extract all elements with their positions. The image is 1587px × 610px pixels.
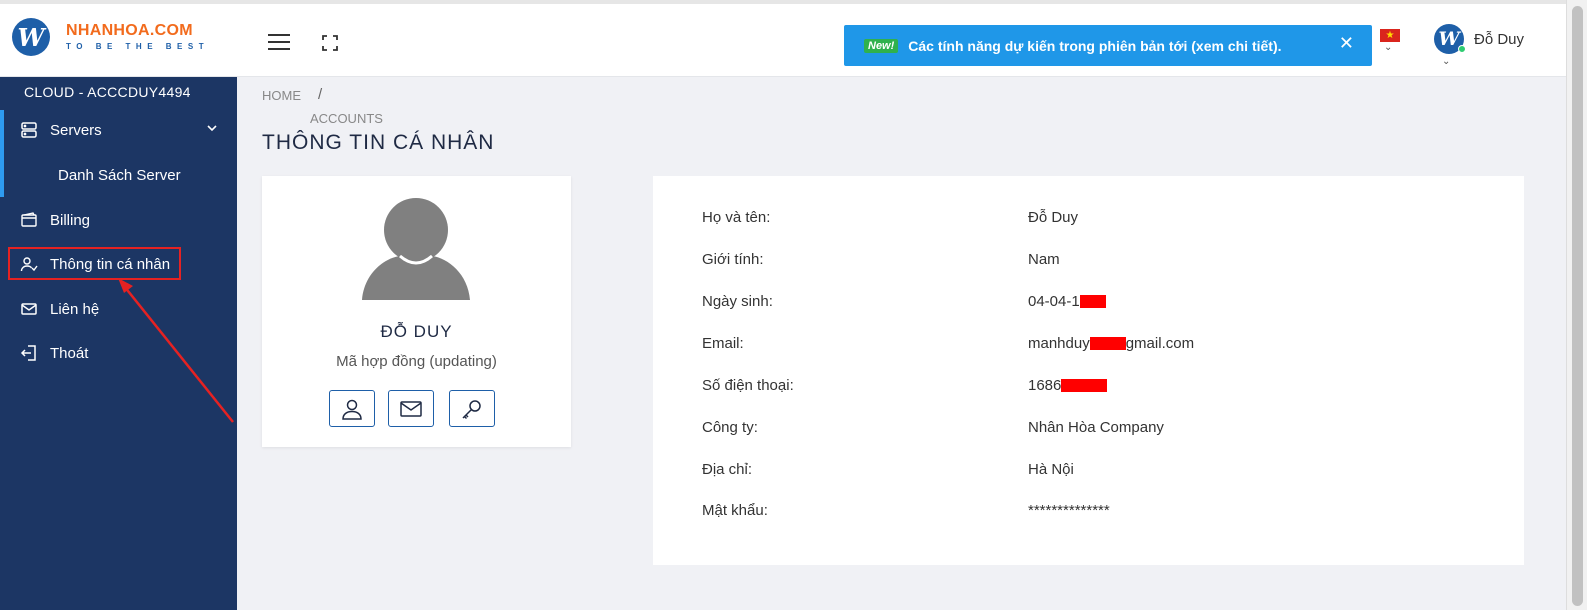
notice-text[interactable]: Các tính năng dự kiến trong phiên bản tớ… [908, 38, 1281, 54]
user-avatar-icon [362, 198, 470, 300]
info-value-wrap: manhduy gmail.com [1028, 335, 1194, 352]
page-scrollbar[interactable] [1566, 0, 1587, 610]
feature-notice-banner[interactable]: New! Các tính năng dự kiến trong phiên b… [844, 25, 1372, 66]
mail-icon [21, 303, 37, 315]
key-icon [462, 399, 481, 419]
info-label: Họ và tên: [702, 209, 771, 226]
info-value: ************** [1028, 502, 1110, 519]
sidebar-item-contact[interactable]: Liên hệ [20, 300, 99, 318]
breadcrumb-current: ACCOUNTS [310, 111, 383, 126]
chevron-down-icon[interactable] [207, 123, 217, 135]
breadcrumb-home[interactable]: HOME [262, 88, 301, 103]
info-value-wrap: 04-04-1 [1028, 293, 1106, 310]
profile-card: ĐỖ DUY Mã hợp đồng (updating) [262, 176, 571, 447]
redaction-mark [1061, 379, 1108, 392]
info-label: Số điện thoại: [702, 377, 794, 394]
edit-profile-button[interactable] [329, 390, 375, 427]
sidebar-item-logout[interactable]: Thoát [20, 344, 88, 362]
avatar[interactable]: W [1434, 24, 1466, 54]
sidebar-item-servers[interactable]: Servers [20, 121, 102, 139]
logo-text: NHANHOA.COM TO BE THE BEST [66, 22, 209, 52]
top-navbar: W NHANHOA.COM TO BE THE BEST New! Các tí… [0, 4, 1566, 77]
chevron-down-icon[interactable]: ⌄ [1442, 56, 1450, 67]
user-menu[interactable]: W ⌄ Đỗ Duy [1434, 24, 1524, 67]
sidebar-item-label: Servers [50, 121, 102, 139]
contract-code: Mã hợp đồng (updating) [336, 353, 497, 370]
logo-mark-icon: W [12, 18, 50, 56]
info-value: 1686 [1028, 377, 1062, 394]
info-value-wrap: 1686 [1028, 377, 1108, 394]
info-value: Nam [1028, 251, 1060, 268]
vietnam-flag-icon[interactable]: ★ [1380, 29, 1400, 42]
wallet-icon [21, 212, 37, 227]
server-icon [21, 122, 37, 138]
online-status-dot [1458, 45, 1466, 53]
info-label: Công ty: [702, 419, 758, 436]
close-icon[interactable]: ✕ [1339, 33, 1354, 54]
chevron-down-icon[interactable]: ⌄ [1384, 42, 1392, 53]
sidebar-item-label: Liên hệ [50, 300, 100, 318]
info-label: Mật khẩu: [702, 502, 768, 519]
info-label: Email: [702, 335, 744, 352]
logo-slogan: TO BE THE BEST [66, 42, 210, 51]
info-label: Giới tính: [702, 251, 764, 268]
personal-info-card: Họ và tên: Đỗ Duy Giới tính: Nam Ngày si… [653, 176, 1524, 565]
profile-name: ĐỖ DUY [380, 322, 453, 341]
sidebar-item-label: Billing [50, 211, 91, 229]
info-label: Ngày sinh: [702, 293, 773, 310]
change-password-button[interactable] [449, 390, 495, 427]
info-value-prefix: manhduy [1028, 335, 1090, 352]
info-value: 04-04-1 [1028, 293, 1080, 310]
user-name[interactable]: Đỗ Duy [1474, 31, 1524, 48]
page-title: THÔNG TIN CÁ NHÂN [262, 131, 495, 154]
sidebar-item-server-list[interactable]: Danh Sách Server [58, 167, 181, 184]
annotation-highlight-box [8, 247, 181, 280]
sidebar: CLOUD - ACCCDUY4494 Servers Danh Sách Se… [0, 77, 237, 610]
info-value-suffix: gmail.com [1125, 335, 1195, 352]
redaction-mark [1079, 295, 1106, 308]
mail-icon [400, 400, 422, 417]
redaction-mark [1089, 337, 1126, 350]
brand-logo[interactable]: W NHANHOA.COM TO BE THE BEST [12, 18, 209, 56]
user-icon [342, 399, 362, 420]
breadcrumb-separator: / [318, 86, 323, 103]
scrollbar-thumb[interactable] [1572, 6, 1583, 606]
sidebar-item-label: Thoát [50, 344, 89, 362]
contact-email-button[interactable] [388, 390, 434, 427]
hamburger-menu-icon[interactable] [268, 34, 290, 52]
sidebar-item-billing[interactable]: Billing [20, 211, 90, 229]
sidebar-account-title: CLOUD - ACCCDUY4494 [24, 84, 191, 100]
info-value: Hà Nội [1028, 461, 1074, 478]
sidebar-active-indicator [0, 110, 4, 197]
logo-name: NHANHOA.COM [66, 22, 193, 39]
info-label: Địa chỉ: [702, 461, 753, 478]
fullscreen-icon[interactable] [322, 35, 338, 51]
new-badge: New! [864, 38, 899, 53]
logout-icon [20, 345, 36, 361]
info-value: Đỗ Duy [1028, 209, 1079, 226]
info-value: Nhân Hòa Company [1028, 419, 1164, 436]
